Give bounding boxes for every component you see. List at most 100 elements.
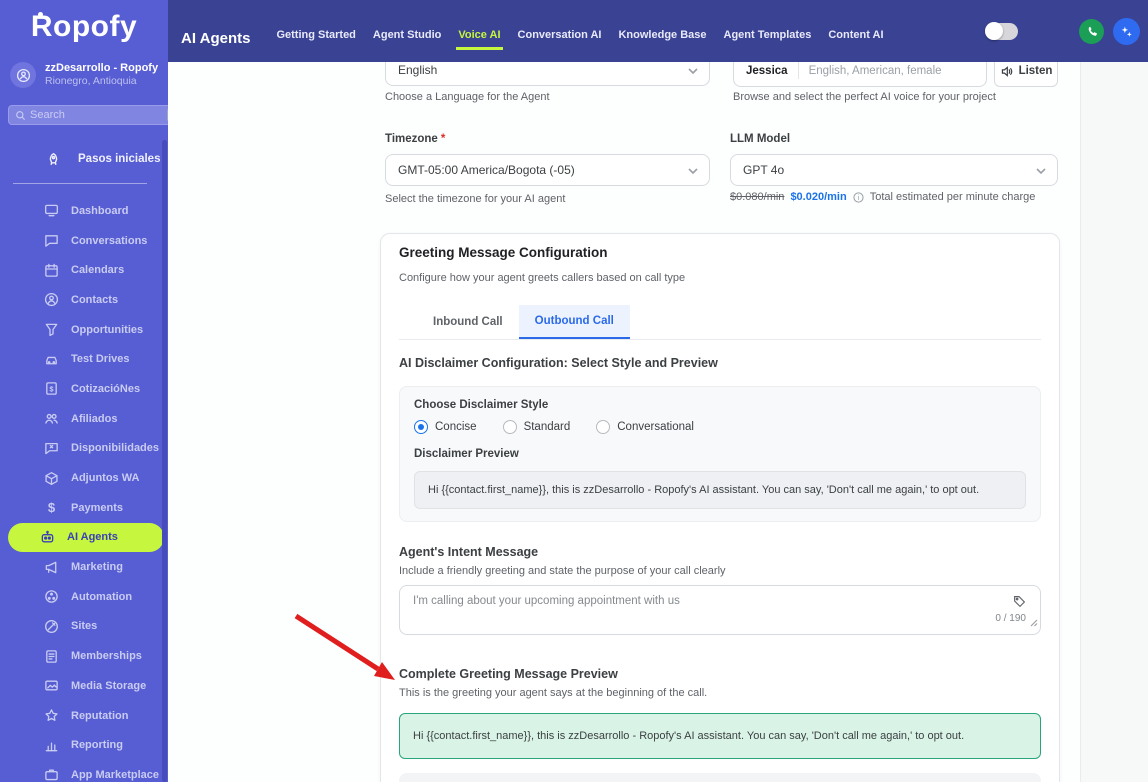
next-section-box <box>399 773 1041 782</box>
tag-icon[interactable] <box>1013 595 1026 613</box>
sidebar-item-label: AI Agents <box>67 531 118 544</box>
sidebar-item-dashboard[interactable]: Dashboard <box>0 196 168 226</box>
radio-dot <box>596 420 611 434</box>
sidebar-item-media-storage[interactable]: Media Storage <box>0 671 168 701</box>
sidebar-item-label: Pasos iniciales <box>78 153 161 165</box>
header-toggle[interactable] <box>985 22 1018 40</box>
dollar-icon: $ <box>48 500 56 515</box>
sidebar-item-label: Disponibilidades <box>71 442 160 455</box>
char-counter: 0 / 190 <box>995 613 1026 624</box>
chevron-down-icon <box>1036 163 1046 177</box>
sidebar-item-app-marketplace[interactable]: App Marketplace <box>0 760 168 782</box>
sidebar-item-conversations[interactable]: Conversations <box>0 226 168 256</box>
voice-helper: Browse and select the perfect AI voice f… <box>733 91 996 103</box>
sidebar-item-label: Memberships <box>71 650 142 663</box>
sidebar-item-memberships[interactable]: Memberships <box>0 641 168 671</box>
automation-icon <box>45 590 58 604</box>
sidebar-item-ai-agents[interactable]: AI Agents <box>8 522 164 553</box>
timezone-select[interactable]: GMT-05:00 America/Bogota (-05) <box>385 154 710 186</box>
resize-handle[interactable] <box>1030 614 1038 632</box>
megaphone-icon <box>45 561 57 573</box>
new-price: $0.020/min <box>790 191 847 203</box>
sidebar-nav: Dashboard Conversations Calendars Contac… <box>0 196 168 782</box>
chart-icon <box>45 742 58 752</box>
search-input[interactable] <box>26 109 167 121</box>
tab-outbound-call[interactable]: Outbound Call <box>518 305 630 339</box>
toggle-knob <box>985 22 1003 40</box>
language-select[interactable]: English <box>385 62 710 86</box>
listen-button[interactable]: Listen <box>994 62 1058 87</box>
sidebar-item-payments[interactable]: $ Payments <box>0 493 168 523</box>
sidebar-scrollbar[interactable] <box>162 140 167 782</box>
account-text: zzDesarrollo - Ropofy Rionegro, Antioqui… <box>45 62 158 88</box>
radio-conversational[interactable]: Conversational <box>596 420 694 434</box>
card-subtitle: Configure how your agent greets callers … <box>399 272 686 284</box>
search-box[interactable]: ctrl K <box>8 105 168 125</box>
greeting-configuration-card: Greeting Message Configuration Configure… <box>380 233 1060 782</box>
account-location: Rionegro, Antioquia <box>45 75 137 87</box>
sidebar-item-opportunities[interactable]: Opportunities <box>0 315 168 345</box>
tab-agent-templates[interactable]: Agent Templates <box>724 29 812 50</box>
top-navigation: AI Agents Getting Started Agent Studio V… <box>168 0 1148 62</box>
voice-description: English, American, female <box>808 64 942 77</box>
tab-getting-started[interactable]: Getting Started <box>276 29 355 50</box>
intent-textarea[interactable] <box>400 586 1040 634</box>
sidebar-item-label: Adjuntos WA <box>71 472 140 485</box>
cube-icon <box>45 471 58 485</box>
sidebar-item-reputation[interactable]: Reputation <box>0 701 168 731</box>
radio-standard[interactable]: Standard <box>502 420 570 434</box>
sidebar-item-test-drives[interactable]: Test Drives <box>0 344 168 374</box>
sidebar-search-row: ctrl K <box>8 105 168 125</box>
car-icon <box>46 356 57 365</box>
sidebar-item-label: Conversations <box>71 234 148 247</box>
required-asterisk: * <box>440 133 446 145</box>
tab-knowledge-base[interactable]: Knowledge Base <box>618 29 706 50</box>
sidebar-item-automation[interactable]: Automation <box>0 582 168 612</box>
listen-label: Listen <box>1018 65 1053 77</box>
tab-content-ai[interactable]: Content AI <box>828 29 883 50</box>
sidebar-item-label: CotizacióNes <box>71 382 141 395</box>
phone-button[interactable] <box>1079 18 1104 44</box>
disclaimer-style-label: Choose Disclaimer Style <box>414 399 549 411</box>
sidebar-item-adjuntos-wa[interactable]: Adjuntos WA <box>0 463 168 493</box>
sidebar-item-afiliados[interactable]: Afiliados <box>0 404 168 434</box>
sidebar-item-pasos-iniciales[interactable]: Pasos iniciales <box>0 146 168 172</box>
tab-conversation-ai[interactable]: Conversation AI <box>518 29 602 50</box>
sidebar-item-sites[interactable]: Sites <box>0 612 168 642</box>
complete-greeting-preview-box: Hi {{contact.first_name}}, this is zzDes… <box>399 713 1041 759</box>
voice-select[interactable]: Jessica English, American, female <box>733 62 987 87</box>
price-note: Total estimated per minute charge <box>869 191 1036 203</box>
sidebar-item-calendars[interactable]: Calendars <box>0 255 168 285</box>
sidebar-item-label: Afiliados <box>71 412 118 425</box>
assistant-button[interactable] <box>1113 17 1140 45</box>
sidebar-item-reporting[interactable]: Reporting <box>0 730 168 760</box>
old-price: $0.080/min <box>730 191 785 203</box>
chevron-down-icon <box>688 163 698 177</box>
disclaimer-panel: Choose Disclaimer Style Concise Standard… <box>399 386 1041 522</box>
account-switcher[interactable]: zzDesarrollo - Ropofy Rionegro, Antioqui… <box>10 62 168 88</box>
llm-label: LLM Model <box>730 133 791 145</box>
tab-agent-studio[interactable]: Agent Studio <box>373 29 441 50</box>
topnav-actions <box>985 17 1148 45</box>
sidebar-item-contacts[interactable]: Contacts <box>0 285 168 315</box>
speaker-icon <box>1001 65 1012 77</box>
timezone-value: GMT-05:00 America/Bogota (-05) <box>398 163 575 177</box>
main-content: English Choose a Language for the Agent … <box>168 62 1148 782</box>
sidebar-item-label: Calendars <box>71 264 125 277</box>
sidebar-item-cotizaciones[interactable]: $ CotizacióNes <box>0 374 168 404</box>
sidebar-item-disponibilidades[interactable]: Disponibilidades <box>0 434 168 464</box>
svg-text:$: $ <box>49 385 54 394</box>
tab-inbound-call[interactable]: Inbound Call <box>417 305 519 339</box>
sidebar-item-marketing[interactable]: Marketing <box>0 552 168 582</box>
radio-concise[interactable]: Concise <box>414 420 477 434</box>
radio-label: Concise <box>435 421 477 433</box>
sidebar-item-label: Media Storage <box>71 679 147 692</box>
sidebar-item-label: Reputation <box>71 709 129 722</box>
sidebar-item-label: Contacts <box>71 293 119 306</box>
llm-select[interactable]: GPT 4o <box>730 154 1058 186</box>
disclaimer-preview-box: Hi {{contact.first_name}}, this is zzDes… <box>414 471 1026 509</box>
disclaimer-section-title: AI Disclaimer Configuration: Select Styl… <box>399 356 718 370</box>
avatar <box>10 62 36 88</box>
tab-voice-ai[interactable]: Voice AI <box>456 29 503 50</box>
svg-text:i: i <box>857 194 859 201</box>
